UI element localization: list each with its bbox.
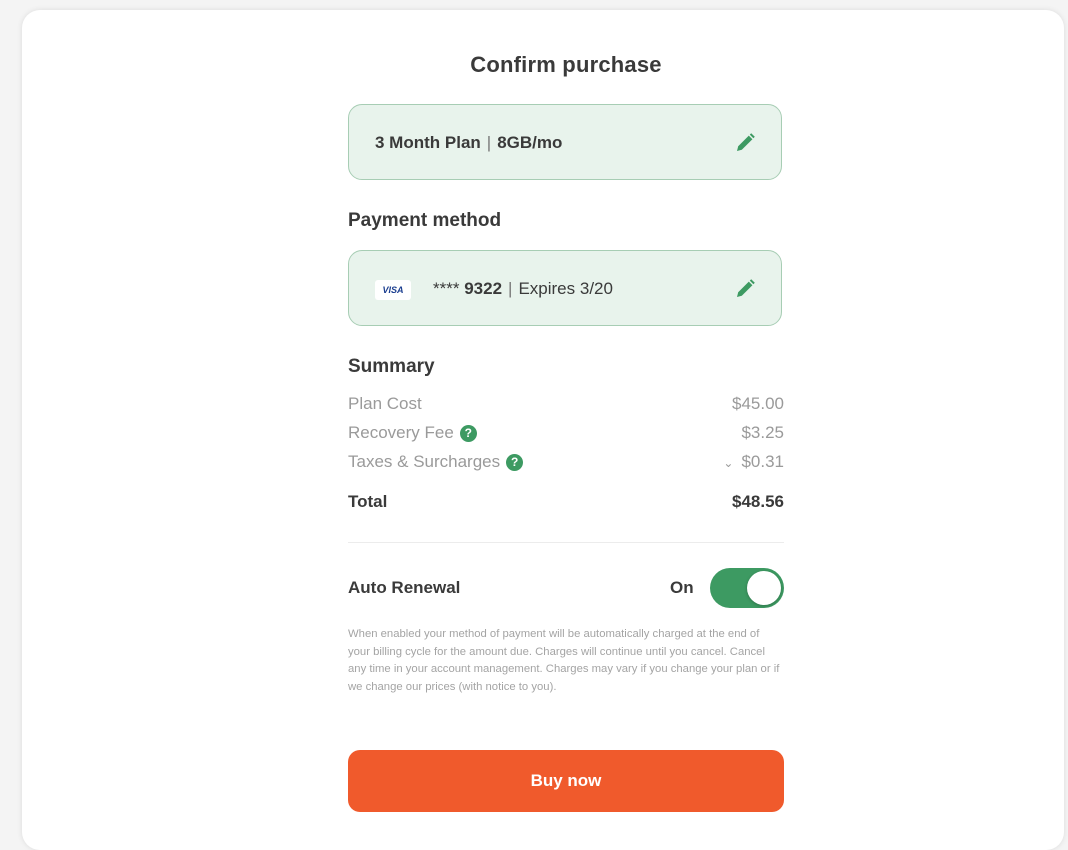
auto-renewal-label: Auto Renewal [348, 578, 461, 597]
row-value: $0.31 [741, 452, 784, 471]
summary-row-total: Total $48.56 [348, 492, 784, 516]
auto-renewal-notice: When enabled your method of payment will… [348, 628, 780, 693]
plan-summary: 3 Month Plan | 8GB/mo [375, 105, 562, 181]
row-label: Plan Cost [348, 394, 422, 413]
visa-logo-icon: VISA [375, 279, 411, 300]
payment-separator: | [508, 279, 513, 298]
auto-renewal-state: On [670, 578, 694, 597]
card-expiry: Expires 3/20 [518, 279, 613, 298]
row-value: $3.25 [741, 423, 784, 442]
chevron-down-icon[interactable]: ⌄ [723, 456, 733, 470]
row-label-wrap: Taxes & Surcharges? [348, 452, 524, 472]
toggle-knob [747, 571, 781, 605]
total-label: Total [348, 492, 388, 511]
summary-row-plan-cost: Plan Cost $45.00 [348, 394, 784, 418]
question-circle-icon[interactable]: ? [506, 454, 524, 471]
payment-summary: VISA **** 9322 | Expires 3/20 [375, 251, 613, 327]
row-value-wrap[interactable]: ⌄ $0.31 [723, 452, 784, 472]
buy-now-button[interactable]: Buy now [348, 750, 784, 812]
pencil-icon[interactable] [733, 277, 757, 301]
row-value: $45.00 [732, 394, 784, 413]
plan-separator: | [486, 133, 492, 152]
question-circle-icon[interactable]: ? [459, 425, 477, 442]
plan-data: 8GB/mo [497, 133, 563, 152]
summary-row-recovery-fee: Recovery Fee? $3.25 [348, 423, 784, 447]
divider [348, 542, 784, 543]
payment-card[interactable]: VISA **** 9322 | Expires 3/20 [348, 250, 782, 326]
payment-method-heading: Payment method [348, 210, 502, 231]
page-title: Confirm purchase [470, 52, 662, 77]
total-value: $48.56 [732, 492, 784, 511]
plan-card[interactable]: 3 Month Plan | 8GB/mo [348, 104, 782, 180]
row-label: Taxes & Surcharges [348, 452, 501, 471]
row-label-wrap: Recovery Fee? [348, 423, 477, 443]
card-mask: **** [433, 279, 460, 298]
plan-name: 3 Month Plan [375, 133, 481, 152]
checkout-panel: Confirm purchase 3 Month Plan | 8GB/mo Pay… [22, 10, 1064, 850]
summary-row-taxes: Taxes & Surcharges? ⌄ $0.31 [348, 452, 784, 476]
auto-renewal-toggle[interactable] [710, 568, 784, 608]
card-last4: 9322 [464, 279, 503, 298]
summary-heading: Summary [348, 356, 435, 377]
pencil-icon[interactable] [733, 131, 757, 155]
row-label: Recovery Fee [348, 423, 454, 442]
